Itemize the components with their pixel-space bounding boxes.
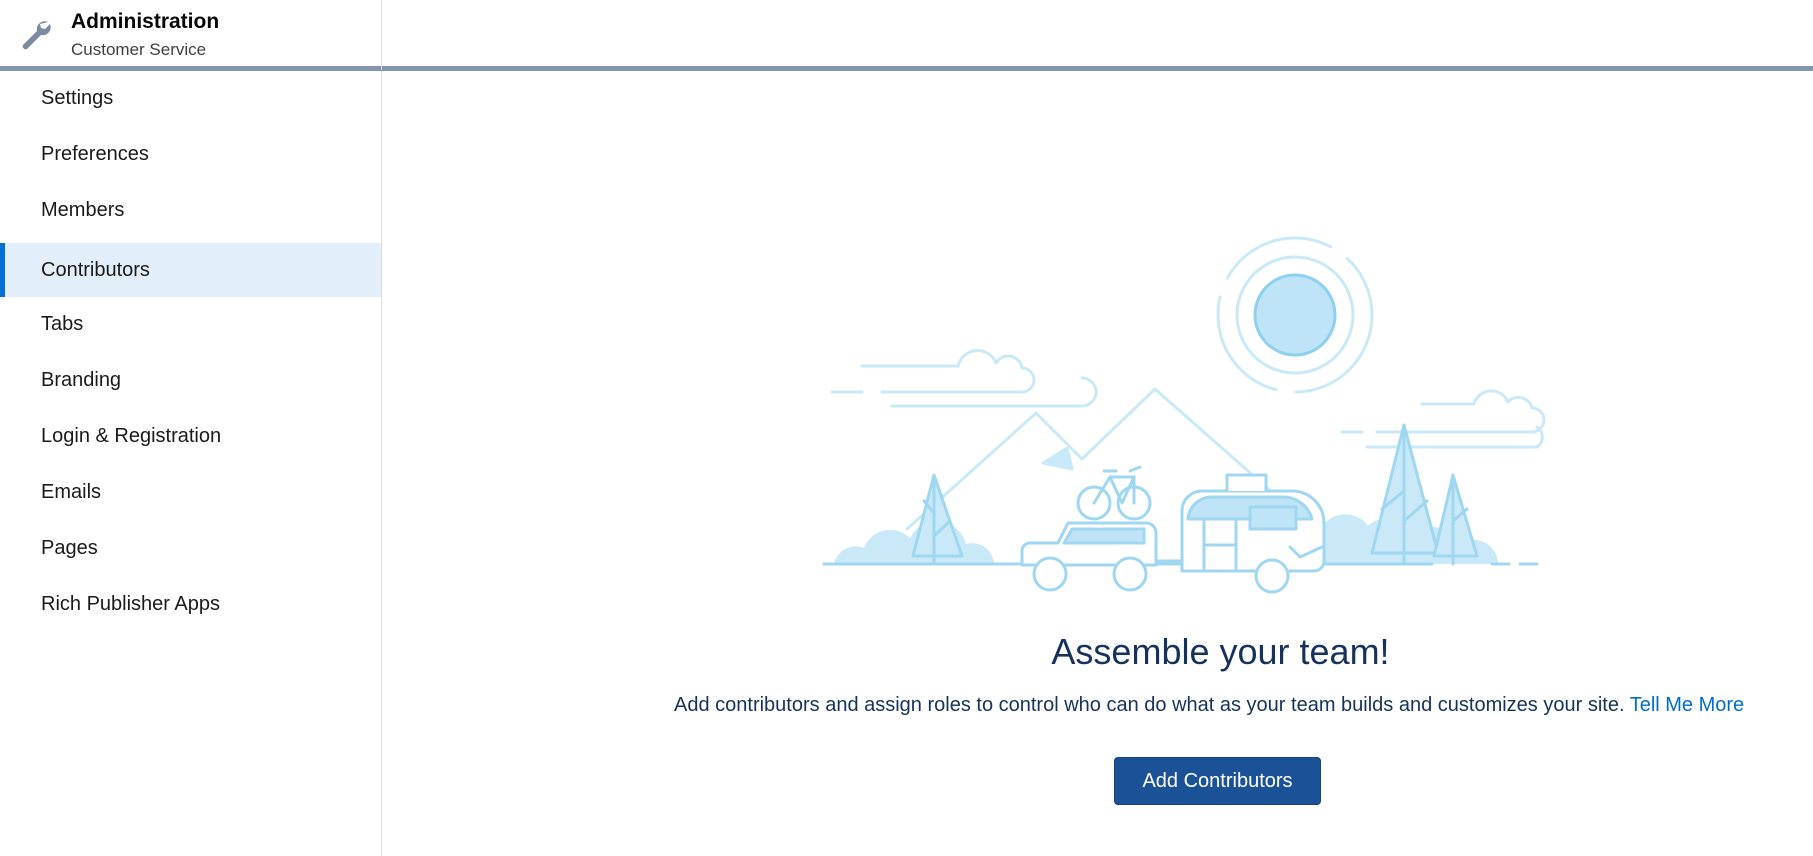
sidebar-item-preferences[interactable]: Preferences <box>0 127 381 181</box>
sidebar-item-settings[interactable]: Settings <box>0 71 381 125</box>
app-title-block: Administration Customer Service <box>0 0 382 70</box>
app-header: Administration Customer Service <box>0 0 1813 71</box>
app-subtitle: Customer Service <box>71 40 207 59</box>
description-text: Add contributors and assign roles to con… <box>674 694 1625 716</box>
sidebar-item-rich-publisher-apps[interactable]: Rich Publisher Apps <box>0 577 381 631</box>
tell-me-more-link[interactable]: Tell Me More <box>1630 694 1744 716</box>
sidebar-item-branding[interactable]: Branding <box>0 353 381 407</box>
admin-sidebar: Settings Preferences Members Contributor… <box>0 71 382 856</box>
sidebar-item-pages[interactable]: Pages <box>0 521 381 575</box>
app-title: Administration <box>71 10 220 33</box>
cloud-icon-right <box>1340 389 1546 434</box>
empty-state-description: Add contributors and assign roles to con… <box>674 694 1813 717</box>
sidebar-item-tabs[interactable]: Tabs <box>0 297 381 351</box>
tree-icon-left <box>911 473 964 566</box>
sidebar-item-members[interactable]: Members <box>0 183 381 237</box>
main-content: Assemble your team! Add contributors and… <box>382 71 1813 856</box>
empty-state-headline: Assemble your team! <box>1051 631 1390 672</box>
cloud-icon <box>830 349 1036 394</box>
wrench-icon <box>22 21 51 50</box>
sidebar-item-emails[interactable]: Emails <box>0 465 381 519</box>
sun-icon <box>1253 273 1337 357</box>
sidebar-item-contributors[interactable]: Contributors <box>0 243 381 297</box>
camping-illustration <box>822 236 1546 594</box>
sidebar-item-login-registration[interactable]: Login & Registration <box>0 409 381 463</box>
add-contributors-button[interactable]: Add Contributors <box>1114 757 1321 805</box>
